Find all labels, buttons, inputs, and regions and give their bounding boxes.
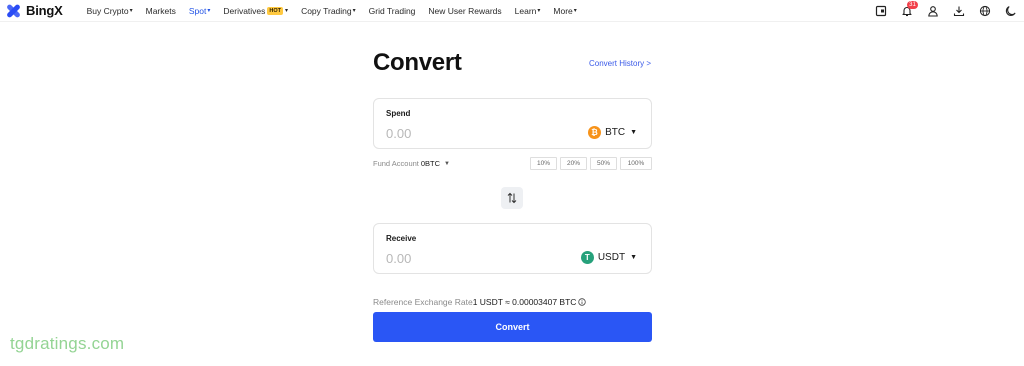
notification-count-badge: 31: [907, 1, 918, 9]
download-icon: [953, 6, 965, 17]
moon-icon: [1005, 6, 1016, 16]
nav-buy-crypto[interactable]: Buy Crypto ▾: [87, 6, 133, 16]
chevron-down-icon: ▼: [630, 254, 637, 261]
fund-account-label: Fund Account: [373, 159, 419, 168]
nav-derivatives[interactable]: Derivatives HOT ▾: [223, 6, 288, 16]
convert-history-link[interactable]: Convert History >: [589, 59, 651, 68]
download-button[interactable]: [946, 0, 972, 22]
page-title: Convert: [373, 49, 462, 76]
user-icon: [928, 6, 938, 17]
nav-copy-trading[interactable]: Copy Trading ▾: [301, 6, 356, 16]
wallet-icon: [875, 5, 887, 17]
info-icon[interactable]: [578, 298, 587, 306]
chevron-down-icon[interactable]: ▼: [444, 161, 450, 167]
wallet-button[interactable]: [868, 0, 894, 22]
account-button[interactable]: [920, 0, 946, 22]
chevron-down-icon: ▾: [129, 8, 133, 14]
brand-name: BingX: [26, 3, 63, 18]
bingx-logo-icon: [3, 3, 23, 18]
nav-learn[interactable]: Learn ▾: [515, 6, 541, 16]
swap-arrows-icon: [507, 192, 517, 204]
nav-more[interactable]: More ▾: [553, 6, 576, 16]
receive-coin-select[interactable]: T USDT ▼: [580, 251, 637, 264]
receive-label: Receive: [386, 234, 417, 243]
watermark-text: tgdratings.com: [10, 334, 125, 353]
nav-label: Derivatives: [223, 5, 266, 16]
nav-label: Markets: [145, 5, 176, 16]
percent-100-button[interactable]: 100%: [620, 157, 652, 170]
convert-button[interactable]: Convert: [373, 312, 652, 342]
spend-amount-input[interactable]: [386, 126, 546, 141]
exchange-rate-value: 1 USDT ≈ 0.00003407 BTC: [472, 297, 577, 307]
brand-logo[interactable]: BingX: [3, 3, 63, 18]
nav-label: Spot: [188, 5, 207, 16]
percent-50-button[interactable]: 50%: [590, 157, 617, 170]
spend-label: Spend: [386, 109, 411, 118]
percent-10-button[interactable]: 10%: [530, 157, 557, 170]
chevron-down-icon: ▾: [573, 8, 577, 14]
language-button[interactable]: [972, 0, 998, 22]
top-navigation: BingX Buy Crypto ▾ Markets Spot ▾ Derivati…: [0, 0, 1024, 22]
spend-coin-name: BTC: [605, 127, 626, 138]
nav-label: Grid Trading: [368, 5, 416, 16]
spend-box: Spend ₿ BTC ▼: [373, 98, 652, 149]
spend-coin-select[interactable]: ₿ BTC ▼: [588, 126, 637, 139]
nav-label: Learn: [514, 5, 537, 16]
notifications-button[interactable]: 31: [894, 0, 920, 22]
receive-coin-name: USDT: [597, 252, 626, 263]
swap-direction-button[interactable]: [501, 187, 523, 209]
chevron-down-icon: ▾: [207, 8, 211, 14]
main-nav: Buy Crypto ▾ Markets Spot ▾ Derivatives HOT…: [87, 6, 590, 16]
percent-20-button[interactable]: 20%: [560, 157, 587, 170]
nav-spot[interactable]: Spot ▾: [189, 6, 211, 16]
tether-icon: T: [580, 251, 594, 264]
nav-markets[interactable]: Markets: [146, 6, 176, 16]
nav-label: More: [553, 5, 573, 16]
nav-label: Buy Crypto: [86, 5, 129, 16]
toolbar: 31: [868, 0, 1024, 22]
nav-grid-trading[interactable]: Grid Trading: [369, 6, 416, 16]
chevron-down-icon: ▾: [352, 8, 356, 14]
exchange-rate-label: Reference Exchange Rate: [373, 297, 473, 307]
nav-new-user-rewards[interactable]: New User Rewards: [428, 6, 501, 16]
chevron-down-icon: ▾: [285, 8, 289, 14]
fund-account-value: 0BTC: [420, 159, 441, 168]
percent-buttons: 10% 20% 50% 100%: [527, 157, 652, 170]
chevron-down-icon: ▾: [537, 8, 541, 14]
nav-label: New User Rewards: [428, 5, 502, 16]
chevron-down-icon: ▼: [630, 129, 637, 136]
nav-label: Copy Trading: [301, 5, 352, 16]
globe-icon: [979, 5, 991, 17]
fund-account-row: Fund Account 0BTC ▼ 10% 20% 50% 100%: [373, 157, 652, 170]
hot-badge: HOT: [267, 6, 284, 15]
theme-toggle-button[interactable]: [998, 0, 1024, 22]
receive-amount-input[interactable]: [386, 251, 546, 266]
bitcoin-icon: ₿: [588, 126, 602, 139]
exchange-rate-row: Reference Exchange Rate 1 USDT ≈ 0.00003…: [373, 297, 587, 307]
receive-box: Receive T USDT ▼: [373, 223, 652, 274]
